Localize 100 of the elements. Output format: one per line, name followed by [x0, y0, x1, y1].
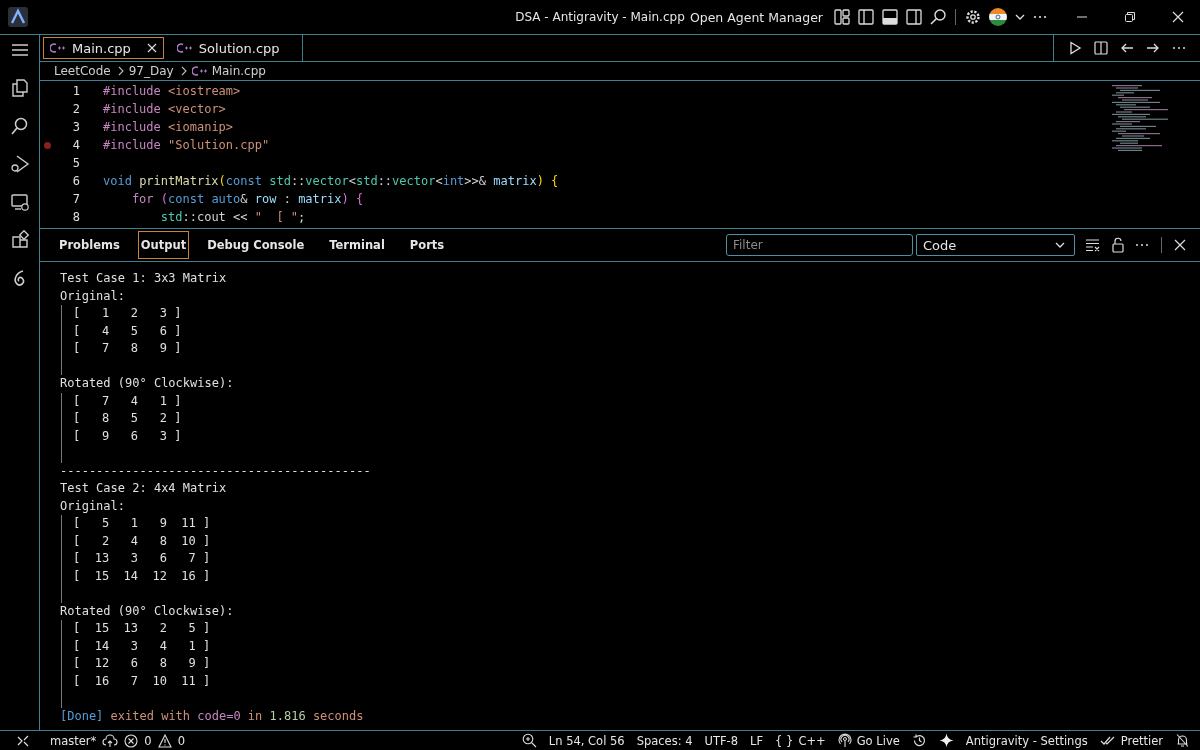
arrow-left-icon[interactable]	[1120, 41, 1134, 55]
code-line: #include <vector>	[103, 101, 226, 118]
close-icon[interactable]	[1172, 11, 1184, 23]
prettier-status[interactable]: Prettier	[1120, 733, 1163, 748]
panel-tab[interactable]: Terminal	[322, 231, 392, 259]
extensions-icon[interactable]	[9, 230, 30, 250]
files-icon[interactable]	[9, 78, 30, 98]
run-icon[interactable]	[1068, 41, 1082, 55]
window-title: DSA - Antigravity - Main.cpp	[515, 10, 685, 24]
panel-toggle-icon[interactable]	[881, 8, 899, 26]
settings-status-item[interactable]: Antigravity - Settings	[965, 733, 1088, 748]
chevron-right-icon	[179, 66, 188, 76]
editor-tab[interactable]: Main.cpp	[43, 37, 164, 59]
output-line: [ 8 5 2 ]	[73, 411, 182, 425]
remote-explorer-icon[interactable]	[9, 192, 30, 212]
history-icon[interactable]	[911, 733, 927, 748]
chevron-right-icon	[116, 66, 125, 76]
code-line: std::cout << " [ ";	[159, 209, 306, 226]
output-line: [ 7 4 1 ]	[73, 393, 182, 408]
line-ending-label[interactable]: LF	[750, 733, 764, 748]
output-line: [ 7 8 9 ]	[73, 341, 182, 355]
panel-tab[interactable]: Problems	[52, 231, 127, 259]
filter-field[interactable]: Filter	[726, 234, 913, 256]
warning-count[interactable]: 0	[177, 733, 185, 748]
run-debug-icon[interactable]	[9, 154, 30, 174]
braces-glyph: { }	[775, 733, 794, 748]
code-line: #include "Solution.cpp"	[103, 137, 270, 154]
encoding-label[interactable]: UTF-8	[704, 733, 739, 748]
tab-label: Main.cpp	[72, 40, 131, 56]
code-line: #include <iostream>	[103, 83, 241, 100]
search-icon[interactable]	[9, 116, 30, 136]
output-line: [ 9 6 3 ]	[73, 428, 182, 443]
error-icon[interactable]	[124, 733, 139, 748]
output-line: Test Case 1: 3x3 Matrix	[60, 271, 227, 285]
output-line: [ 13 3 6 7 ]	[73, 551, 211, 565]
output-line: [ 5 1 9 11 ]	[73, 516, 211, 530]
remote-icon[interactable]	[16, 733, 30, 748]
line-number: 8	[71, 209, 80, 226]
clear-output-icon[interactable]	[1085, 238, 1101, 252]
output-line: [ 15 14 12 16 ]	[73, 568, 211, 583]
panel-tab[interactable]: Debug Console	[200, 231, 312, 259]
code-line: void printMatrix(const std::vector<std::vector<int>>& matrix) {	[103, 173, 559, 190]
output-line: Test Case 2: 4x4 Matrix	[60, 481, 227, 495]
output-line: [ 1 2 3 ]	[73, 306, 182, 320]
bell-slash-icon[interactable]	[1175, 733, 1190, 748]
cpp-file-icon	[176, 43, 193, 53]
restore-icon[interactable]	[1124, 11, 1136, 23]
output-line: -------------------------------------------	[60, 463, 371, 478]
language-mode[interactable]: C++	[798, 733, 826, 748]
output-line: Rotated (90° Clockwise):	[60, 376, 234, 390]
layout-icon[interactable]	[833, 8, 851, 26]
output-line: Original:	[60, 498, 126, 513]
zoom-icon[interactable]	[521, 733, 537, 748]
unlock-icon[interactable]	[1111, 237, 1125, 253]
output-line: [Done] exited with code=0 in 1.816 seconds	[60, 708, 364, 723]
error-count[interactable]: 0	[144, 733, 152, 748]
output-line: [ 14 3 4 1 ]	[73, 638, 211, 653]
line-number: 3	[71, 119, 80, 136]
sidebar-toggle-icon[interactable]	[857, 8, 875, 26]
line-number: 5	[71, 155, 80, 172]
breadcrumb-item[interactable]: 97_Day	[128, 64, 174, 78]
line-number: 6	[71, 173, 80, 190]
line-number: 4	[71, 137, 80, 154]
settings-icon[interactable]	[964, 8, 982, 26]
cpp-file-icon	[50, 43, 66, 53]
branch-label[interactable]: master*	[50, 733, 97, 748]
double-check-icon[interactable]	[1099, 734, 1116, 747]
split-editor-icon[interactable]	[1094, 41, 1108, 55]
sparkle-icon[interactable]	[938, 733, 954, 748]
output-line: [ 16 7 10 11 ]	[73, 673, 211, 688]
cursor-position[interactable]: Ln 54, Col 56	[548, 733, 625, 748]
panel-tab[interactable]: Ports	[402, 231, 452, 259]
broadcast-icon[interactable]	[837, 733, 852, 748]
breakpoint-dot[interactable]	[43, 141, 51, 149]
line-number: 1	[71, 83, 80, 100]
secondary-sidebar-icon[interactable]	[905, 8, 923, 26]
go-live-button[interactable]: Go Live	[856, 733, 900, 748]
output-line: [ 2 4 8 10 ]	[73, 533, 211, 548]
tab-label: Solution.cpp	[198, 40, 280, 56]
line-number: 7	[71, 191, 80, 208]
warning-icon[interactable]	[157, 733, 172, 748]
breadcrumb-item[interactable]: Main.cpp	[211, 64, 266, 78]
output-line: [ 12 6 8 9 ]	[73, 656, 211, 670]
agent-manager-link[interactable]: Open Agent Manager	[689, 9, 823, 25]
app-logo-icon	[8, 7, 28, 27]
cloud-upload-icon[interactable]	[102, 733, 119, 748]
indent-setting[interactable]: Spaces: 4	[636, 733, 693, 748]
panel-tab[interactable]: Output	[137, 231, 190, 259]
arrow-right-icon[interactable]	[1146, 41, 1160, 55]
search-icon[interactable]	[929, 8, 947, 26]
flag-avatar-icon[interactable]	[988, 7, 1008, 27]
output-line: [ 15 13 2 5 ]	[73, 621, 211, 635]
close-panel-icon[interactable]	[1174, 239, 1186, 251]
cpp-file-icon	[191, 66, 208, 76]
output-channel-dropdown[interactable]: Code	[916, 234, 1075, 256]
code-line: #include <iomanip>	[103, 119, 234, 136]
editor-tab[interactable]: Solution.cpp	[166, 35, 303, 61]
breadcrumb-item[interactable]: LeetCode	[54, 64, 111, 78]
close-icon[interactable]	[146, 43, 157, 53]
line-number: 2	[71, 101, 80, 118]
